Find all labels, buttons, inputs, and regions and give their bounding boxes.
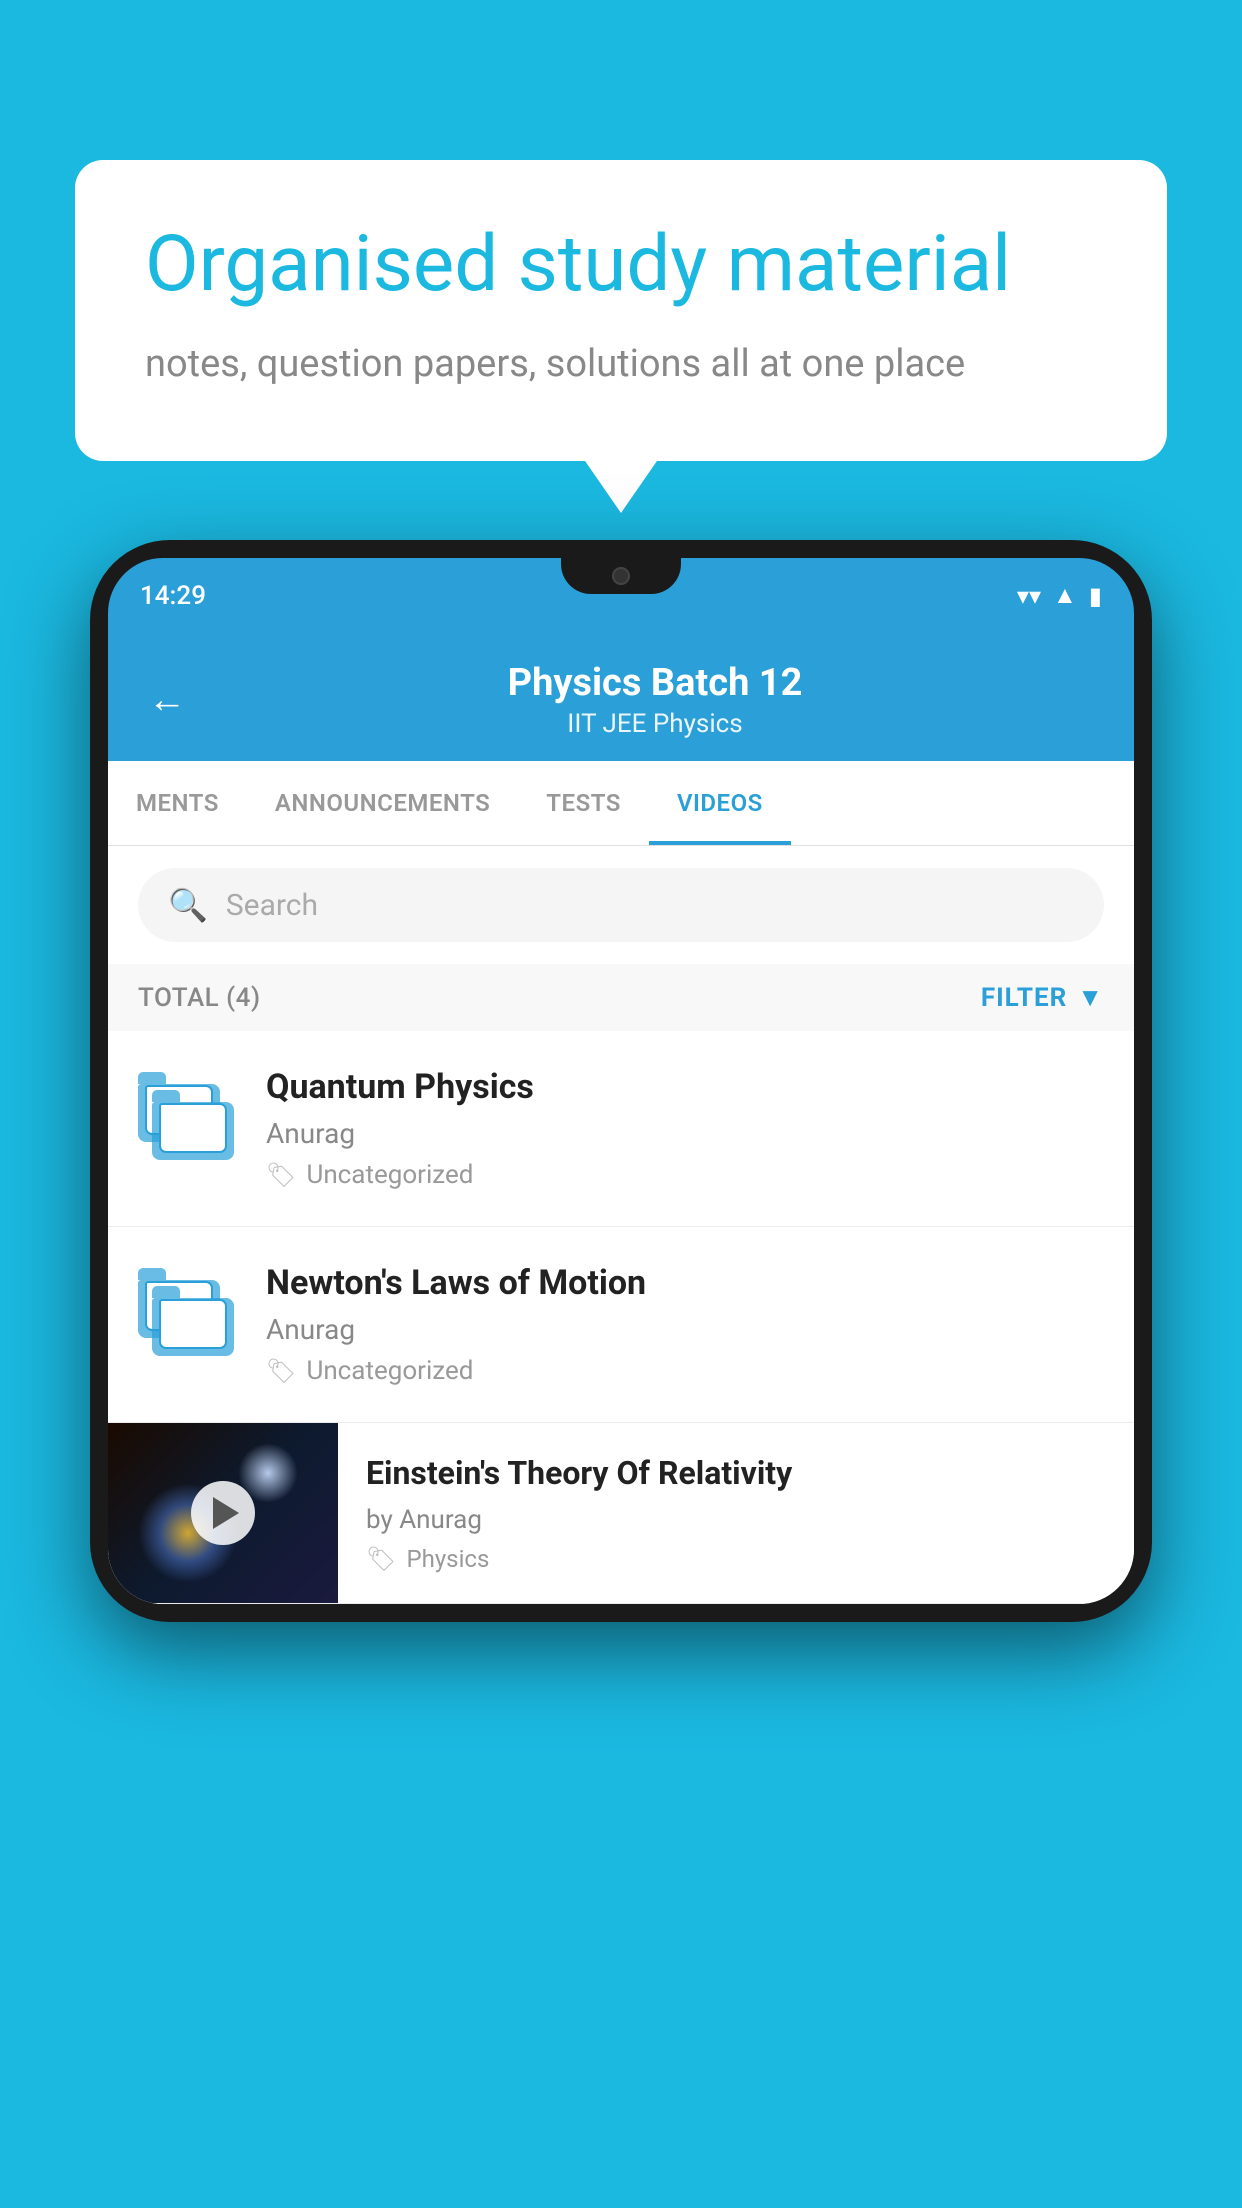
play-triangle-icon bbox=[213, 1497, 239, 1529]
list-item[interactable]: Einstein's Theory Of Relativity by Anura… bbox=[108, 1423, 1134, 1604]
phone-notch bbox=[561, 558, 681, 594]
filter-label: FILTER bbox=[981, 983, 1067, 1013]
video-folder-icon-quantum bbox=[138, 1067, 238, 1167]
play-button[interactable] bbox=[191, 1481, 255, 1545]
subtitle-physics: Physics bbox=[653, 709, 743, 739]
video-info-newton: Newton's Laws of Motion Anurag 🏷 Uncateg… bbox=[266, 1263, 1104, 1386]
back-button[interactable]: ← bbox=[148, 678, 186, 722]
video-thumbnail-einstein bbox=[108, 1423, 338, 1603]
tabs-bar: MENTS ANNOUNCEMENTS TESTS VIDEOS bbox=[108, 761, 1134, 846]
batch-subtitle: IIT JEE Physics bbox=[216, 709, 1094, 739]
camera-dot bbox=[612, 567, 630, 585]
video-tag: 🏷 Physics bbox=[366, 1545, 1106, 1573]
tag-icon: 🏷 bbox=[266, 1357, 296, 1385]
status-time: 14:29 bbox=[140, 581, 206, 611]
batch-title: Physics Batch 12 bbox=[216, 661, 1094, 705]
tag-label: Uncategorized bbox=[306, 1160, 473, 1190]
author-prefix: by bbox=[366, 1505, 393, 1535]
tag-label: Uncategorized bbox=[306, 1356, 473, 1386]
filter-button[interactable]: FILTER ▼ bbox=[981, 982, 1104, 1013]
double-folder-icon bbox=[138, 1072, 238, 1162]
bubble-subtitle: notes, question papers, solutions all at… bbox=[145, 338, 1097, 391]
battery-icon: ▮ bbox=[1089, 582, 1102, 610]
search-icon: 🔍 bbox=[168, 886, 208, 924]
video-info-einstein: Einstein's Theory Of Relativity by Anura… bbox=[338, 1423, 1134, 1603]
tab-tests[interactable]: TESTS bbox=[518, 761, 649, 845]
phone-device: 14:29 ▾▾ ▲ ▮ ← Physics Batch 12 IIT JEE bbox=[90, 540, 1152, 1622]
video-title: Einstein's Theory Of Relativity bbox=[366, 1453, 1106, 1495]
search-container: 🔍 Search bbox=[108, 846, 1134, 964]
status-icons: ▾▾ ▲ ▮ bbox=[1017, 581, 1102, 610]
app-screen: ← Physics Batch 12 IIT JEE Physics MENTS… bbox=[108, 633, 1134, 1604]
wifi-icon: ▾▾ bbox=[1017, 582, 1041, 610]
phone-wrapper: 14:29 ▾▾ ▲ ▮ ← Physics Batch 12 IIT JEE bbox=[90, 540, 1152, 2208]
bubble-title: Organised study material bbox=[145, 220, 1097, 310]
video-folder-icon-newton bbox=[138, 1263, 238, 1363]
status-bar: 14:29 ▾▾ ▲ ▮ bbox=[108, 558, 1134, 633]
tab-ments[interactable]: MENTS bbox=[108, 761, 247, 845]
video-title: Newton's Laws of Motion bbox=[266, 1263, 1104, 1303]
total-count: TOTAL (4) bbox=[138, 983, 261, 1013]
signal-icon: ▲ bbox=[1053, 581, 1077, 610]
video-title: Quantum Physics bbox=[266, 1067, 1104, 1107]
tab-videos[interactable]: VIDEOS bbox=[649, 761, 791, 845]
tag-icon: 🏷 bbox=[266, 1161, 296, 1189]
header-title-block: Physics Batch 12 IIT JEE Physics bbox=[216, 661, 1094, 739]
video-author: Anurag bbox=[266, 1117, 1104, 1150]
video-tag: 🏷 Uncategorized bbox=[266, 1356, 1104, 1386]
list-item[interactable]: Quantum Physics Anurag 🏷 Uncategorized bbox=[108, 1031, 1134, 1227]
video-author: by Anurag bbox=[366, 1505, 1106, 1535]
search-placeholder: Search bbox=[226, 888, 318, 923]
search-bar[interactable]: 🔍 Search bbox=[138, 868, 1104, 942]
list-item[interactable]: Newton's Laws of Motion Anurag 🏷 Uncateg… bbox=[108, 1227, 1134, 1423]
tag-label: Physics bbox=[406, 1545, 489, 1573]
tab-announcements[interactable]: ANNOUNCEMENTS bbox=[247, 761, 518, 845]
video-tag: 🏷 Uncategorized bbox=[266, 1160, 1104, 1190]
filter-row: TOTAL (4) FILTER ▼ bbox=[108, 964, 1134, 1031]
subtitle-iitjee: IIT JEE bbox=[567, 709, 646, 739]
speech-bubble: Organised study material notes, question… bbox=[75, 160, 1167, 461]
video-info-quantum: Quantum Physics Anurag 🏷 Uncategorized bbox=[266, 1067, 1104, 1190]
double-folder-icon bbox=[138, 1268, 238, 1358]
video-author: Anurag bbox=[266, 1313, 1104, 1346]
app-header: ← Physics Batch 12 IIT JEE Physics bbox=[108, 633, 1134, 761]
video-list: Quantum Physics Anurag 🏷 Uncategorized bbox=[108, 1031, 1134, 1604]
filter-funnel-icon: ▼ bbox=[1077, 982, 1104, 1013]
author-name: Anurag bbox=[399, 1505, 482, 1535]
tag-icon: 🏷 bbox=[366, 1545, 396, 1573]
